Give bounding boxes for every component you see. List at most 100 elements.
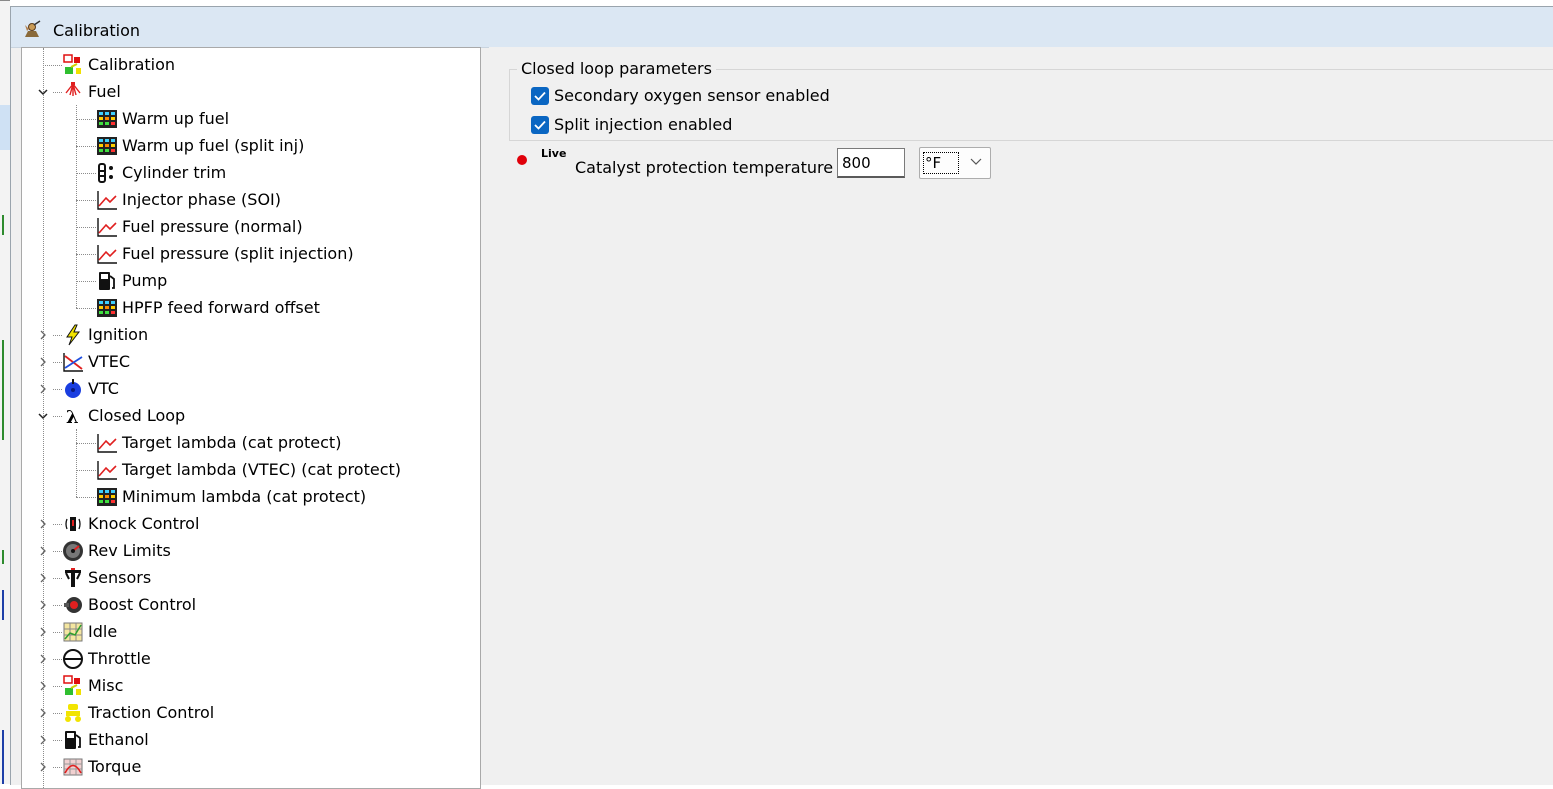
fuel-pump-icon — [62, 729, 84, 751]
calibration-tree[interactable]: Calibration Fuel Warm up fuel Warm up fuel … — [21, 47, 481, 789]
tree-item-knock-control[interactable]: Knock Control — [62, 510, 199, 537]
tree-item-fuel-pressure-normal[interactable]: Fuel pressure (normal) — [96, 213, 303, 240]
tree-item-label: Throttle — [88, 649, 151, 668]
tree-item-label: Traction Control — [88, 703, 215, 722]
tree-item-sensors[interactable]: Sensors — [62, 564, 151, 591]
tree-item-minimum-lambda-cat-protect[interactable]: Minimum lambda (cat protect) — [96, 483, 366, 510]
title-bar: Calibration — [11, 7, 1553, 48]
chevron-right-icon[interactable] — [37, 329, 49, 341]
chevron-right-icon[interactable] — [37, 707, 49, 719]
live-indicator-icon — [517, 155, 527, 165]
tree-connector — [53, 631, 62, 633]
tree-item-label: Calibration — [88, 55, 176, 74]
temperature-unit-select[interactable]: °F — [919, 147, 991, 179]
idle-grid-icon — [62, 621, 84, 643]
calibration-window: Calibration Calibration Fuel Warm up fuel W… — [10, 6, 1553, 789]
tree-connector — [76, 442, 96, 444]
chevron-right-icon[interactable] — [37, 572, 49, 584]
tree-item-label: Misc — [88, 676, 124, 695]
tree-item-ethanol[interactable]: Ethanol — [62, 726, 149, 753]
tree-connector — [76, 469, 96, 471]
graph-icon — [96, 243, 118, 265]
tree-item-target-lambda-cat-protect[interactable]: Target lambda (cat protect) — [96, 429, 341, 456]
chevron-right-icon[interactable] — [37, 761, 49, 773]
tree-item-label: Fuel — [88, 82, 121, 101]
tree-item-label: Fuel pressure (split injection) — [122, 244, 354, 263]
split-injection-checkbox[interactable]: Split injection enabled — [531, 115, 732, 134]
turbo-icon — [62, 594, 84, 616]
torque-table-icon — [62, 756, 84, 778]
tree-item-pump[interactable]: Pump — [96, 267, 167, 294]
tree-item-label: Ignition — [88, 325, 149, 344]
tree-item-throttle[interactable]: Throttle — [62, 645, 151, 672]
chevron-down-icon[interactable] — [37, 410, 49, 422]
window-title: Calibration — [53, 21, 141, 40]
tree-item-label: Cylinder trim — [122, 163, 227, 182]
tree-item-vtec[interactable]: VTEC — [62, 348, 130, 375]
fuel-pump-icon — [96, 270, 118, 292]
tree-item-traction-control[interactable]: Traction Control — [62, 699, 214, 726]
tree-item-warm-up-fuel-split-inj[interactable]: Warm up fuel (split inj) — [96, 132, 304, 159]
tree-item-fuel[interactable]: Fuel — [62, 78, 121, 105]
tree-item-calibration[interactable]: Calibration — [62, 51, 175, 78]
tree-connector — [76, 145, 96, 147]
tree-connector — [76, 226, 96, 228]
throttle-icon — [62, 648, 84, 670]
secondary-o2-checkbox[interactable]: Secondary oxygen sensor enabled — [531, 86, 830, 105]
chevron-right-icon[interactable] — [37, 356, 49, 368]
cylinder-icon — [96, 162, 118, 184]
tree-item-idle[interactable]: Idle — [62, 618, 117, 645]
chevron-right-icon[interactable] — [37, 518, 49, 530]
tree-item-boost-control[interactable]: Boost Control — [62, 591, 196, 618]
tree-connector — [53, 739, 62, 741]
secondary-o2-label: Secondary oxygen sensor enabled — [554, 86, 830, 105]
tree-connector — [53, 577, 62, 579]
tree-item-label: HPFP feed forward offset — [122, 298, 320, 317]
tree-connector — [53, 91, 62, 93]
sensor-icon — [62, 567, 84, 589]
chevron-right-icon[interactable] — [37, 626, 49, 638]
tree-item-label: Pump — [122, 271, 168, 290]
tree-connector — [53, 658, 62, 660]
chevron-right-icon[interactable] — [37, 545, 49, 557]
chevron-right-icon[interactable] — [37, 680, 49, 692]
tree-item-target-lambda-vtec-cat-protect[interactable]: Target lambda (VTEC) (cat protect) — [96, 456, 401, 483]
tree-item-torque[interactable]: Torque — [62, 753, 141, 780]
tree-connector — [53, 334, 62, 336]
tree-item-hpfp-feed-forward-offset[interactable]: HPFP feed forward offset — [96, 294, 320, 321]
tree-connector — [76, 496, 96, 498]
tree-item-closed-loop[interactable]: λ Closed Loop — [62, 402, 185, 429]
group-title: Closed loop parameters — [517, 59, 716, 78]
chevron-right-icon[interactable] — [37, 383, 49, 395]
tree-item-vtc[interactable]: VTC — [62, 375, 119, 402]
tree-item-label: VTC — [88, 379, 119, 398]
unit-value: °F — [925, 154, 942, 172]
tree-item-warm-up-fuel[interactable]: Warm up fuel — [96, 105, 229, 132]
tree-item-misc[interactable]: Misc — [62, 672, 123, 699]
tree-item-label: Ethanol — [88, 730, 149, 749]
chevron-right-icon[interactable] — [37, 653, 49, 665]
tree-connector — [53, 766, 62, 768]
tree-item-label: Warm up fuel — [122, 109, 230, 128]
tree-item-rev-limits[interactable]: Rev Limits — [62, 537, 171, 564]
tree-connector — [76, 253, 96, 255]
table-icon — [96, 297, 118, 319]
cat-temp-input[interactable] — [837, 148, 905, 178]
tree-item-fuel-pressure-split-injection[interactable]: Fuel pressure (split injection) — [96, 240, 354, 267]
tree-item-label: Sensors — [88, 568, 152, 587]
tree-item-cylinder-trim[interactable]: Cylinder trim — [96, 159, 226, 186]
calibration-icon — [62, 674, 84, 697]
tree-item-ignition[interactable]: Ignition — [62, 321, 148, 348]
checkmark-icon — [531, 86, 549, 105]
lightning-icon — [62, 324, 84, 346]
chevron-down-icon — [970, 158, 982, 165]
tree-item-label: Torque — [88, 757, 142, 776]
chevron-down-icon[interactable] — [37, 86, 49, 98]
tree-item-injector-phase-soi[interactable]: Injector phase (SOI) — [96, 186, 281, 213]
live-label: Live — [541, 147, 567, 160]
chevron-right-icon[interactable] — [37, 734, 49, 746]
tree-item-label: Minimum lambda (cat protect) — [122, 487, 367, 506]
chevron-right-icon[interactable] — [37, 599, 49, 611]
lambda-icon: λ — [62, 405, 84, 428]
tree-connector — [53, 550, 62, 552]
